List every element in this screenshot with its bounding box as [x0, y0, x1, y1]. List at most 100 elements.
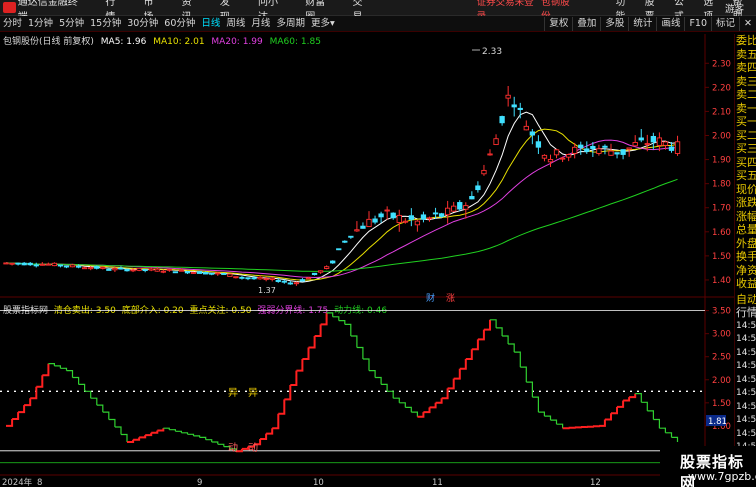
candle-body — [336, 248, 342, 251]
indicator-step — [532, 396, 539, 413]
indicator-step — [96, 404, 104, 413]
candle-body — [69, 264, 76, 268]
indicator-step — [356, 346, 364, 359]
candle-body — [475, 185, 481, 191]
multi-stock-button[interactable]: 多股 — [600, 17, 628, 31]
indicator-step — [617, 400, 625, 408]
indicator-step — [647, 410, 654, 420]
draw-button[interactable]: 画线 — [656, 17, 684, 31]
indicator-step — [526, 381, 533, 398]
tab-5min[interactable]: 5分钟 — [56, 17, 87, 31]
candle-body — [57, 264, 64, 267]
candle-body — [487, 153, 493, 156]
indicator-step — [477, 329, 485, 341]
candle-body — [445, 207, 451, 216]
period-toolbar: 分时 1分钟 5分钟 15分钟 30分钟 60分钟 日线 周线 月线 多周期 更… — [0, 16, 756, 32]
tab-more[interactable]: 更多▾ — [308, 17, 338, 31]
mark-button[interactable]: 标记 — [711, 17, 739, 31]
guest-label[interactable]: 游客 — [725, 1, 744, 15]
y-tick-label: 2.30 — [712, 59, 731, 69]
tab-1min[interactable]: 1分钟 — [25, 17, 56, 31]
indicator-step — [296, 359, 304, 372]
indicator-step — [520, 366, 527, 383]
close-icon[interactable]: ✕ — [739, 17, 756, 31]
quote-item: 现价 — [736, 182, 756, 196]
tab-daily[interactable]: 日线 — [198, 17, 223, 31]
x-axis: 2024年 8 9 10 11 12 — [2, 477, 601, 487]
overlay-button[interactable]: 叠加 — [572, 17, 600, 31]
indicator-step — [344, 323, 352, 336]
quote-item: 涨跌 — [736, 196, 756, 209]
candle-body — [366, 218, 372, 228]
candle-body — [662, 141, 669, 146]
indicator-step — [127, 439, 135, 443]
indicator-step — [604, 413, 612, 421]
quote-item: 买四 — [736, 155, 756, 169]
candle-body — [493, 138, 499, 146]
candle-body — [584, 148, 590, 152]
candle-body — [620, 149, 626, 155]
indicator-step — [108, 418, 116, 427]
indicator-lines — [0, 310, 705, 464]
candle-body — [148, 268, 154, 271]
candle-body — [81, 267, 88, 270]
indicator-step — [24, 398, 32, 407]
indicator-step — [30, 386, 38, 400]
candle-body — [63, 265, 70, 268]
ma-line — [5, 111, 678, 283]
candle-body — [360, 225, 366, 229]
tab-60min[interactable]: 60分钟 — [161, 17, 198, 31]
market-label[interactable]: 行情 — [735, 306, 756, 320]
tab-15min[interactable]: 15分钟 — [87, 17, 124, 31]
auto-label[interactable]: 自动 — [735, 293, 756, 307]
candle-body — [463, 205, 469, 210]
candle-body — [27, 262, 33, 266]
candle-body — [566, 154, 572, 158]
indicator-step — [145, 432, 153, 437]
f10-button[interactable]: F10 — [684, 17, 711, 31]
indicator-step — [623, 397, 631, 402]
quote-item: 净资 — [736, 263, 756, 277]
x-label-oct: 10 — [313, 478, 324, 487]
candle-body — [293, 282, 300, 285]
quote-panel: 委比 卖五 卖四 卖三 卖二 卖一 买一 买二 买三 买四 买五 现价 涨跌 涨… — [734, 34, 756, 487]
ma-line — [5, 139, 678, 279]
stats-button[interactable]: 统计 — [628, 17, 656, 31]
tab-weekly[interactable]: 周线 — [223, 17, 248, 31]
candle-body — [547, 158, 554, 163]
limit-up-label: 涨 — [446, 293, 455, 304]
x-label-aug: 8 — [37, 478, 42, 487]
x-label-dec: 12 — [590, 478, 601, 487]
y-tick-label: 2.50 — [712, 353, 731, 363]
candle-body — [88, 267, 94, 270]
candle-body — [330, 260, 336, 264]
candle-body — [505, 94, 511, 99]
indicator-step — [556, 423, 564, 429]
indicator-step — [60, 367, 68, 371]
candle-body — [172, 271, 179, 274]
candle-body — [209, 272, 215, 275]
indicator-y-axis: 3.503.002.502.001.501.00 — [705, 307, 731, 432]
y-tick-label: 1.60 — [712, 228, 731, 238]
candle-body — [668, 146, 675, 151]
chevron-down-icon: ▾ — [329, 17, 335, 29]
tab-monthly[interactable]: 月线 — [248, 17, 273, 31]
chart-area[interactable]: 2.30 2.20 2.10 2.00 1.90 1.80 1.70 1.60 1.50 1.40… — [0, 34, 734, 487]
indicator-step — [332, 316, 340, 321]
high-price-label: 2.33 — [482, 47, 502, 57]
indicator-step — [175, 430, 182, 433]
tab-multi-period[interactable]: 多周期 — [273, 17, 308, 31]
candle-body — [202, 272, 209, 275]
candle-body — [257, 276, 263, 280]
tab-intraday[interactable]: 分时 — [0, 17, 25, 31]
tick-time: 14:56 — [736, 374, 756, 385]
indicator-step — [659, 427, 666, 433]
x-label-nov: 11 — [432, 478, 443, 487]
candle-body — [596, 148, 602, 154]
quote-item: 买三 — [736, 142, 756, 155]
tab-30min[interactable]: 30分钟 — [124, 17, 161, 31]
quote-item: 总量 — [736, 223, 756, 236]
candle-body — [590, 145, 596, 150]
indicator-step — [447, 378, 455, 390]
adjust-button[interactable]: 复权 — [544, 17, 572, 31]
